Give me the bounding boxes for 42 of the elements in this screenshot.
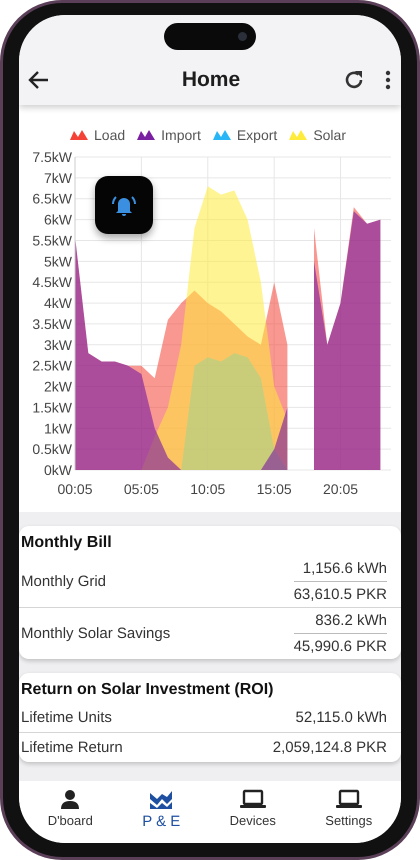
y-tick-label: 5.5kW: [32, 232, 72, 248]
row-value: 52,115.0 kWh: [296, 709, 387, 726]
y-tick-label: 0kW: [44, 462, 72, 478]
y-tick-label: 7.5kW: [32, 149, 72, 165]
y-tick-label: 3.5kW: [32, 316, 72, 332]
cost-value: 45,990.6 PKR: [294, 633, 387, 655]
legend-label: Import: [161, 127, 201, 143]
y-tick-label: 6.5kW: [32, 190, 72, 207]
y-tick-label: 5kW: [44, 253, 72, 270]
row-label: Monthly Grid: [21, 573, 106, 590]
row-label: Lifetime Return: [21, 739, 123, 756]
row-label: Monthly Solar Savings: [21, 625, 170, 642]
page-title: Home: [180, 68, 242, 92]
y-tick-label: 4kW: [44, 295, 72, 312]
nav-tab[interactable]: Settings: [321, 781, 376, 839]
nav-tab[interactable]: Devices: [226, 781, 280, 839]
y-tick-label: 6kW: [44, 212, 72, 228]
y-tick-label: 1.5kW: [32, 399, 72, 416]
y-tick-label: 2.5kW: [32, 358, 72, 374]
y-tick-label: 4.5kW: [32, 274, 72, 290]
x-tick-label: 15:05: [256, 481, 292, 497]
x-tick-label: 10:05: [190, 481, 226, 497]
cost-value: 63,610.5 PKR: [294, 581, 387, 603]
legend-label: Load: [94, 127, 126, 143]
y-tick-label: 2kW: [44, 378, 72, 395]
nav-tab[interactable]: P & E: [138, 781, 184, 839]
y-tick-label: 3kW: [44, 336, 72, 353]
nav-tab[interactable]: D'board: [44, 781, 97, 839]
row-value: 2,059,124.8 PKR: [272, 739, 387, 756]
x-tick-label: 20:05: [323, 481, 358, 497]
y-tick-label: 7kW: [44, 170, 72, 186]
card-title: Monthly Bill: [20, 533, 113, 553]
energy-value: 836.2 kWh: [315, 612, 387, 629]
legend-label: Solar: [313, 127, 346, 143]
card-title: Return on Solar Investment (ROI): [20, 680, 274, 700]
x-tick-label: 05:05: [124, 481, 159, 497]
legend-label: Export: [236, 127, 278, 143]
energy-value: 1,156.6 kWh: [302, 560, 387, 577]
y-tick-label: 1kW: [44, 420, 72, 436]
x-tick-label: 00:05: [57, 481, 93, 497]
row-label: Lifetime Units: [21, 709, 112, 726]
y-tick-label: 0.5kW: [32, 441, 72, 458]
